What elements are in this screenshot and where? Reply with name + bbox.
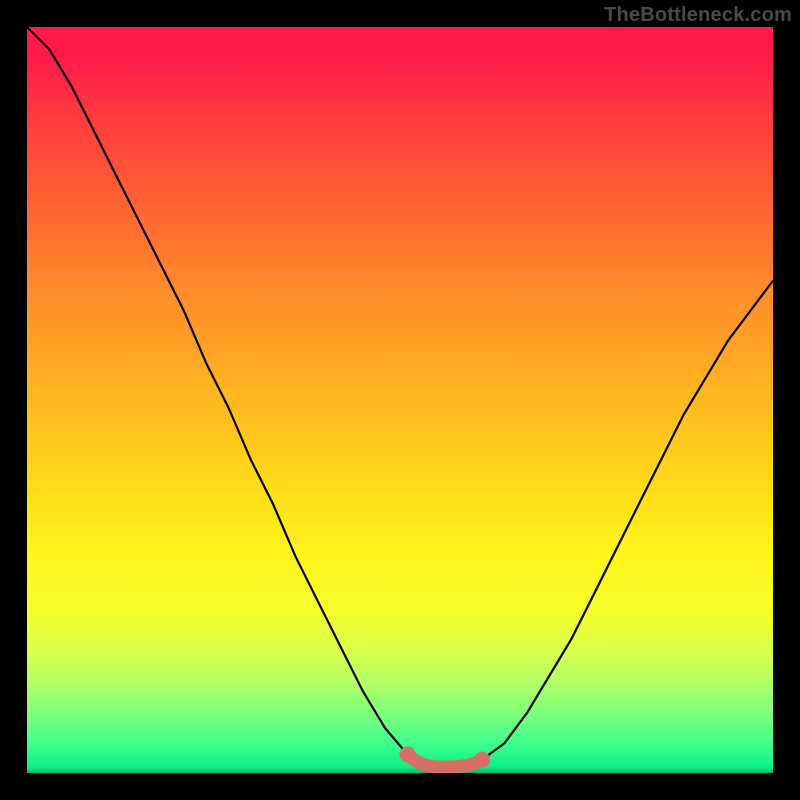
chart-svg — [27, 27, 773, 773]
chart-frame: TheBottleneck.com — [0, 0, 800, 800]
highlight-path — [408, 754, 483, 767]
curve-path — [27, 27, 773, 767]
watermark-text: TheBottleneck.com — [604, 4, 792, 27]
plot-area — [27, 27, 773, 773]
highlight-dot-left — [400, 746, 416, 762]
highlight-dot-right — [474, 752, 490, 768]
